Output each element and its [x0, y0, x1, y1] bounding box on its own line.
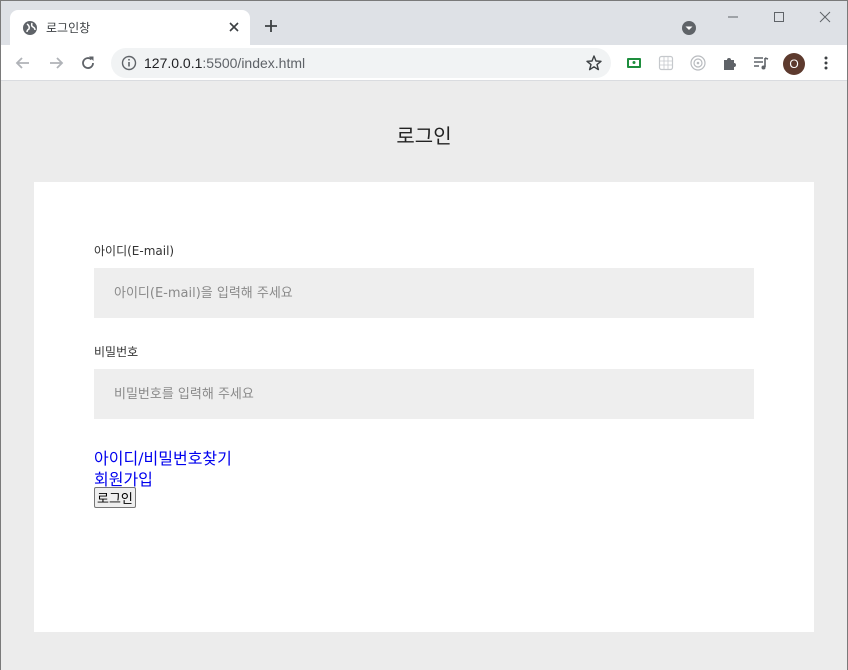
grid-extension-icon[interactable]: [657, 54, 675, 72]
back-arrow-icon[interactable]: [14, 54, 32, 72]
url-host: 127.0.0.1: [144, 55, 203, 71]
puzzle-icon[interactable]: [721, 54, 739, 72]
forward-arrow-icon[interactable]: [47, 54, 65, 72]
minimize-icon[interactable]: [725, 9, 741, 25]
bookmark-star-icon[interactable]: [585, 54, 603, 72]
tab-strip: 로그인창: [1, 1, 847, 45]
maximize-icon[interactable]: [771, 9, 787, 25]
tab-login[interactable]: 로그인창: [10, 10, 250, 45]
page-title: 로그인: [396, 124, 452, 148]
green-screen-extension-icon[interactable]: [625, 54, 643, 72]
url-path: :5500/index.html: [202, 55, 306, 71]
id-input[interactable]: [94, 268, 754, 318]
new-tab-icon[interactable]: [263, 18, 279, 34]
profile-avatar[interactable]: O: [783, 53, 805, 75]
password-label: 비밀번호: [94, 345, 139, 359]
window-close-icon[interactable]: [817, 9, 833, 25]
info-icon[interactable]: [121, 55, 137, 71]
close-icon[interactable]: [226, 19, 242, 35]
browser-window: 로그인창 127.0.0.1:5500/index.html O 로그인 아이디…: [0, 0, 848, 670]
browser-toolbar: 127.0.0.1:5500/index.html: [1, 45, 847, 81]
login-button[interactable]: 로그인: [94, 487, 136, 508]
tab-title: 로그인창: [46, 21, 91, 35]
id-label: 아이디(E-mail): [94, 244, 175, 258]
page-viewport: 로그인 아이디(E-mail) 비밀번호 아이디/비밀번호찾기 회원가입 로그인: [1, 82, 847, 670]
address-bar[interactable]: 127.0.0.1:5500/index.html: [111, 48, 611, 78]
login-card: 아이디(E-mail) 비밀번호 아이디/비밀번호찾기 회원가입 로그인: [34, 182, 814, 632]
target-extension-icon[interactable]: [689, 54, 707, 72]
menu-kebab-icon[interactable]: [817, 54, 835, 72]
globe-icon: [23, 21, 37, 35]
reload-icon[interactable]: [79, 54, 97, 72]
url-text[interactable]: 127.0.0.1:5500/index.html: [144, 55, 305, 71]
media-queue-icon[interactable]: [752, 54, 770, 72]
tab-search-icon[interactable]: [680, 19, 698, 37]
password-input[interactable]: [94, 369, 754, 419]
